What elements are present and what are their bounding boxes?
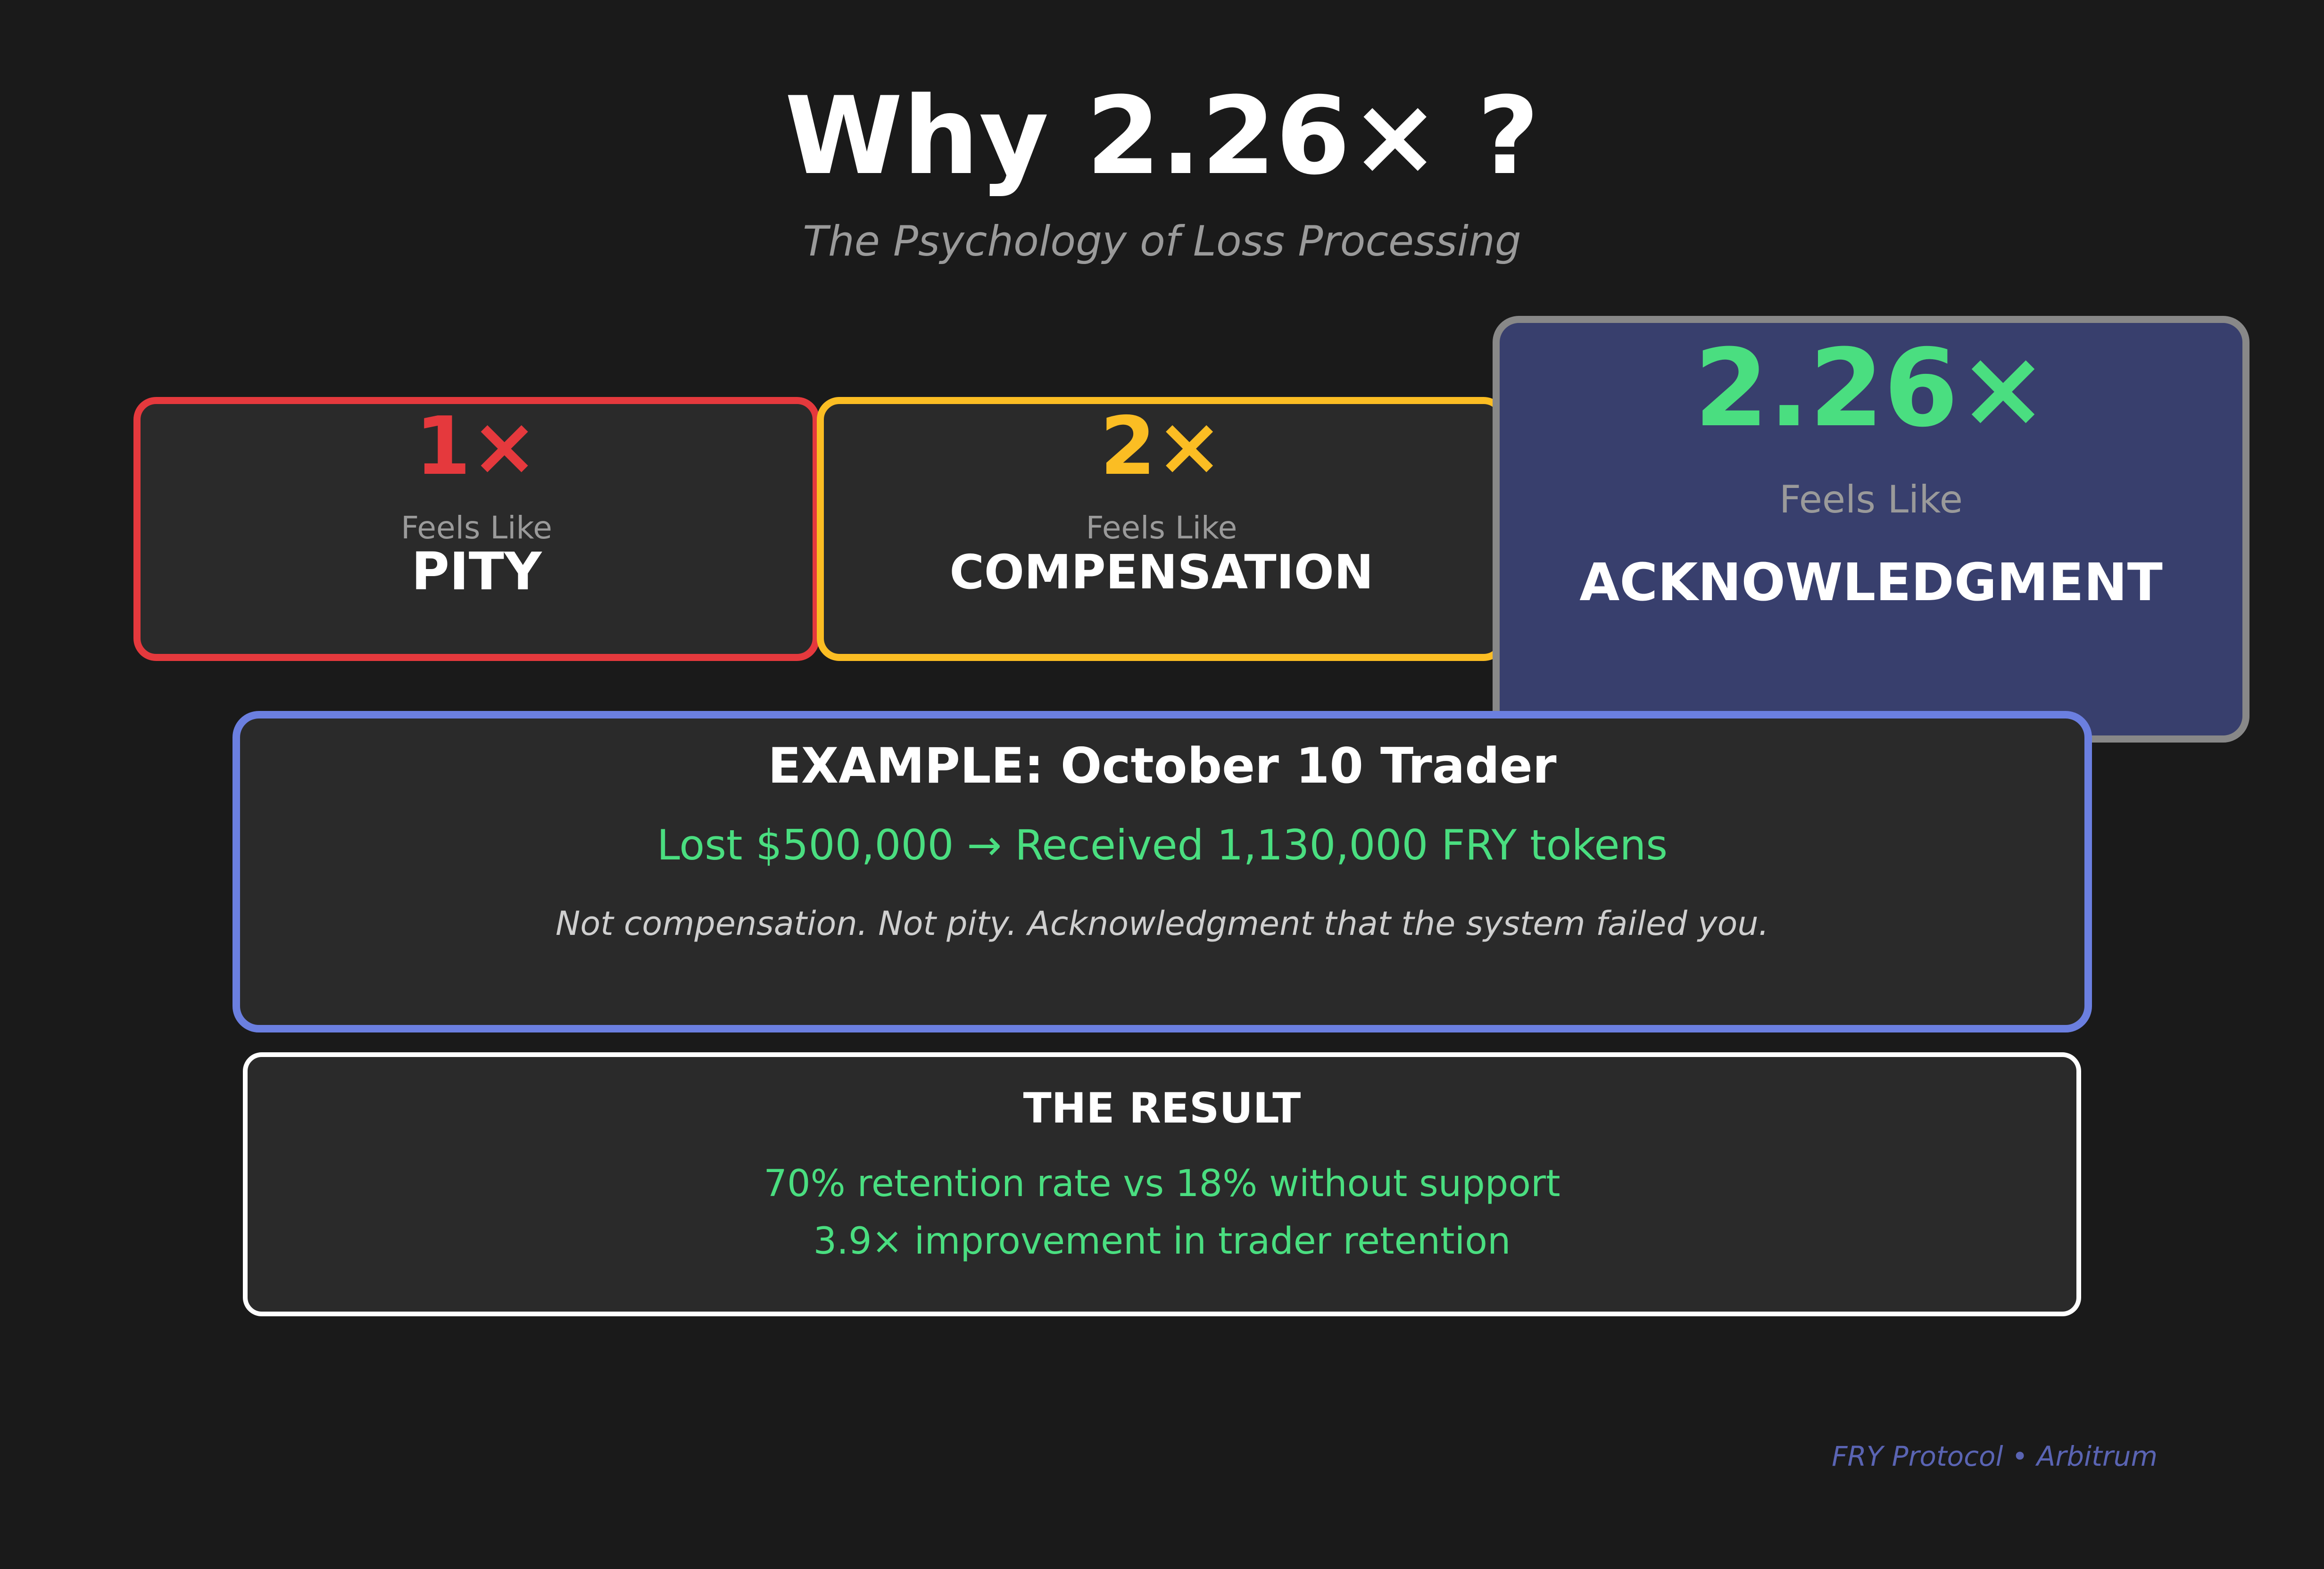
page-subtitle: The Psychology of Loss Processing (803, 217, 1521, 265)
card-acknowledgment: 2.26× Feels Like ACKNOWLEDGMENT (1493, 316, 2249, 743)
example-note: Not compensation. Not pity. Acknowledgme… (556, 904, 1769, 943)
result-box: THE RESULT 70% retention rate vs 18% wit… (243, 1052, 2081, 1316)
example-title: EXAMPLE: October 10 Trader (768, 738, 1557, 794)
example-line: Lost $500,000 → Received 1,130,000 FRY t… (656, 821, 1668, 869)
card-pity: 1× Feels Like PITY (133, 397, 820, 661)
card-feels-label: Feels Like (1779, 478, 1963, 521)
result-line: 3.9× improvement in trader retention (813, 1220, 1511, 1263)
card-multiplier: 1× (415, 400, 538, 493)
card-word: COMPENSATION (949, 545, 1374, 600)
footer-credit: FRY Protocol • Arbitrum (1832, 1440, 2158, 1472)
card-compensation: 2× Feels Like COMPENSATION (817, 397, 1506, 661)
result-title: THE RESULT (1023, 1084, 1301, 1132)
card-multiplier: 2× (1100, 400, 1223, 493)
card-word: ACKNOWLEDGMENT (1579, 552, 2163, 612)
card-multiplier: 2.26× (1694, 326, 2048, 451)
card-feels-label: Feels Like (1086, 510, 1237, 546)
result-line: 70% retention rate vs 18% without suppor… (764, 1163, 1560, 1205)
card-feels-label: Feels Like (401, 510, 552, 546)
example-box: EXAMPLE: October 10 Trader Lost $500,000… (232, 711, 2092, 1032)
page-title: Why 2.26× ? (785, 74, 1539, 198)
card-word: PITY (411, 541, 542, 602)
